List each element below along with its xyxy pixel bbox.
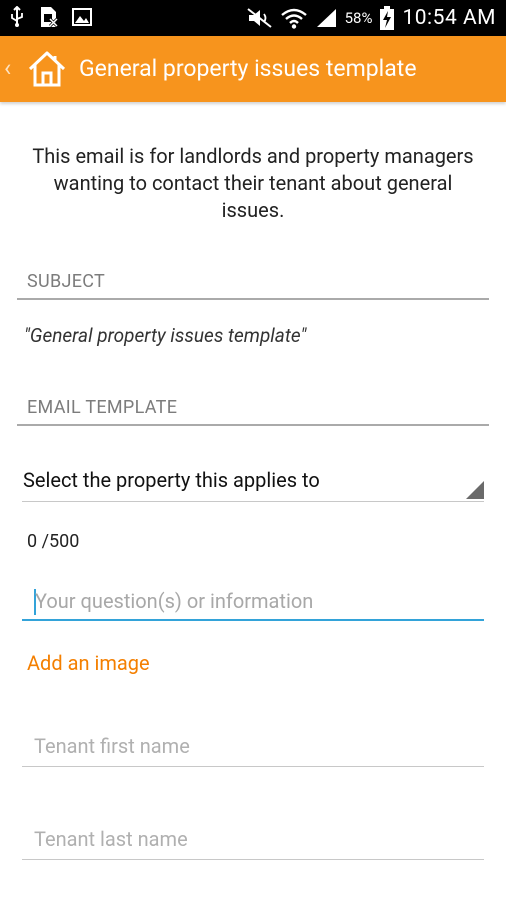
wifi-icon [280, 8, 307, 29]
gallery-icon [72, 8, 92, 26]
back-chevron-icon[interactable]: ‹ [4, 54, 11, 82]
email-template-section-header: EMAIL TEMPLATE [17, 390, 489, 426]
subject-value: "General property issues template" [24, 324, 307, 347]
status-bar-system: 58% 10:54 AM [246, 0, 496, 36]
subject-section-header: SUBJECT [17, 264, 489, 300]
signal-icon [316, 9, 336, 27]
email-template-header-label: EMAIL TEMPLATE [27, 397, 178, 418]
clock: 10:54 AM [402, 6, 496, 30]
tenant-first-name-placeholder: Tenant first name [34, 734, 190, 758]
usb-icon [11, 6, 23, 27]
home-icon[interactable] [27, 49, 67, 89]
battery-charging-icon [380, 6, 395, 30]
status-bar-notifications [10, 6, 92, 28]
status-bar: 58% 10:54 AM [0, 0, 506, 36]
tenant-last-name-placeholder: Tenant last name [34, 827, 188, 851]
question-input[interactable]: Your question(s) or information [22, 583, 484, 621]
page-title: General property issues template [79, 55, 417, 82]
property-select-value: Select the property this applies to [23, 468, 320, 492]
dropdown-arrow-icon [466, 481, 484, 499]
character-counter: 0 /500 [27, 531, 80, 552]
question-input-placeholder: Your question(s) or information [35, 589, 314, 613]
subject-header-label: SUBJECT [27, 271, 106, 292]
mute-icon [246, 8, 272, 28]
tenant-first-name-field[interactable]: Tenant first name [22, 730, 484, 767]
property-select[interactable]: Select the property this applies to [22, 465, 484, 502]
tenant-last-name-field[interactable]: Tenant last name [22, 823, 484, 860]
app-bar: ‹ General property issues template [0, 36, 506, 102]
intro-text: This email is for landlords and property… [32, 144, 474, 222]
sim-card-icon [41, 7, 58, 28]
add-image-link[interactable]: Add an image [27, 651, 150, 675]
battery-percent: 58% [344, 9, 373, 27]
